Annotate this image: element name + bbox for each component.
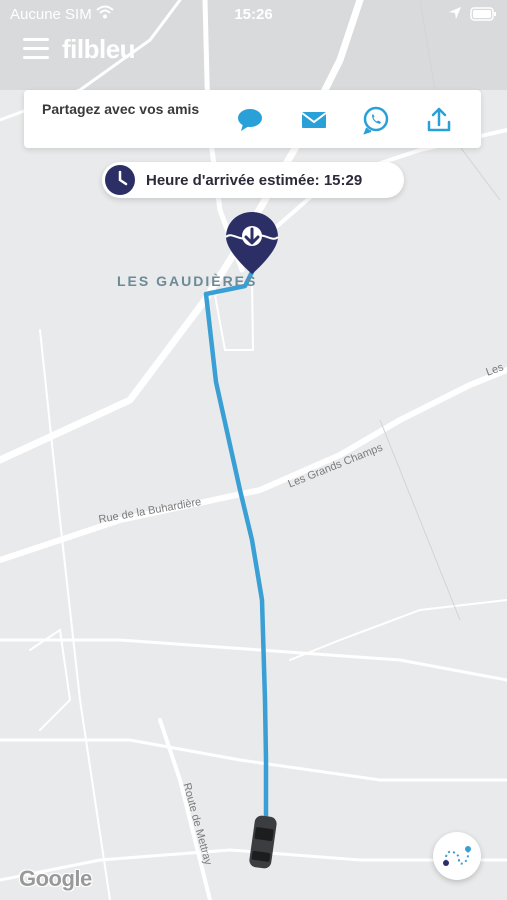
eta-pill: Heure d'arrivée estimée: 15:29 xyxy=(102,162,404,198)
place-label: LES GAUDIÈRES xyxy=(117,273,258,289)
brand-logo: filbleu xyxy=(62,34,136,64)
battery-icon xyxy=(470,7,496,21)
hamburger-menu-icon[interactable] xyxy=(23,38,49,60)
route-overview-icon xyxy=(443,846,471,866)
route-overview-button[interactable] xyxy=(433,832,481,880)
location-arrow-icon xyxy=(449,7,461,19)
share-title: Partagez avec vos amis xyxy=(42,101,200,117)
eta-text: Heure d'arrivée estimée: 15:29 xyxy=(146,172,363,189)
google-logo: Google xyxy=(19,866,92,891)
clock-icon xyxy=(105,165,135,195)
whatsapp-icon[interactable] xyxy=(361,105,391,135)
share-card: Partagez avec vos amis xyxy=(24,90,481,148)
mail-icon[interactable] xyxy=(299,105,329,135)
status-bar: Aucune SIM 15:26 xyxy=(0,0,507,28)
upload-share-icon[interactable] xyxy=(424,105,454,135)
clock-time: 15:26 xyxy=(234,6,273,23)
chat-bubble-icon[interactable] xyxy=(235,105,265,135)
